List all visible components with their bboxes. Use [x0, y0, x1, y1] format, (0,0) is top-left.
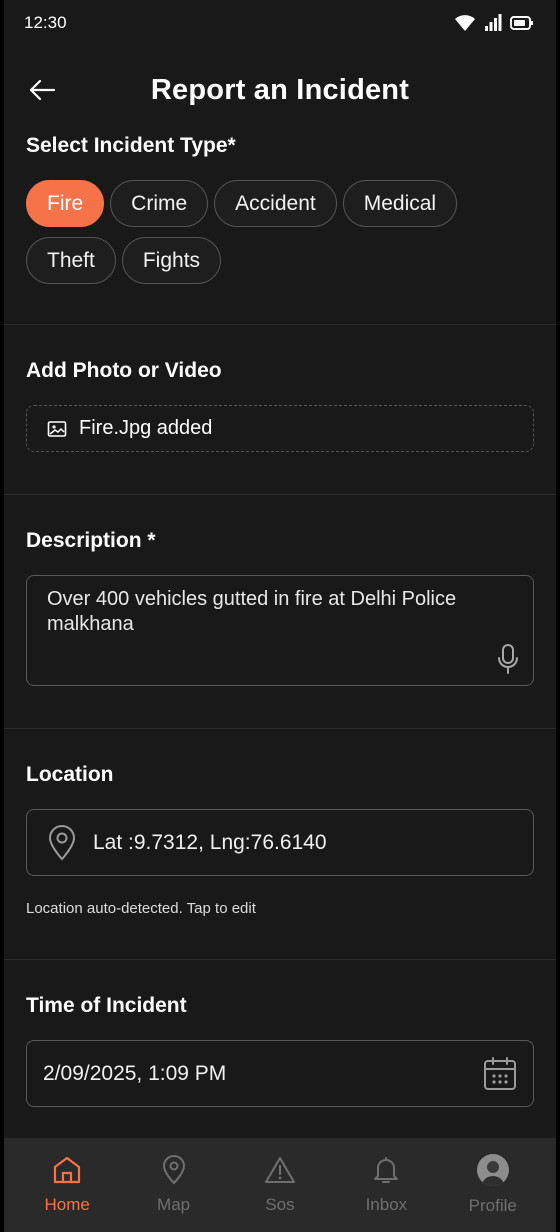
- description-section: Description * Over 400 vehicles gutted i…: [4, 495, 556, 728]
- chip-medical[interactable]: Medical: [342, 180, 458, 227]
- bell-icon: [374, 1157, 399, 1183]
- description-value: Over 400 vehicles gutted in fire at Delh…: [47, 588, 457, 635]
- incident-type-section: Select Incident Type* Fire Crime Acciden…: [4, 134, 556, 324]
- nav-label-inbox: Inbox: [365, 1195, 408, 1214]
- incident-type-title: Select Incident Type*: [26, 134, 236, 157]
- media-title: Add Photo or Video: [26, 359, 222, 382]
- location-title: Location: [26, 763, 114, 786]
- nav-label-profile: Profile: [468, 1196, 517, 1215]
- nav-item-profile[interactable]: Profile: [443, 1154, 543, 1216]
- location-section: Location Lat :9.7312, Lng:76.6140 Locati…: [4, 729, 556, 959]
- avatar: [476, 1154, 509, 1186]
- status-bar: 12:30: [4, 0, 556, 46]
- chip-crime[interactable]: Crime: [110, 180, 209, 227]
- nav-item-map[interactable]: Map: [124, 1155, 224, 1215]
- chip-accident[interactable]: Accident: [214, 180, 337, 227]
- nav-item-inbox[interactable]: Inbox: [336, 1155, 436, 1215]
- warning-icon: [264, 1157, 295, 1183]
- header: Report an Incident: [4, 46, 556, 134]
- description-title: Description *: [26, 529, 156, 552]
- location-hint[interactable]: Location auto-detected. Tap to edit: [26, 900, 534, 917]
- nav-item-sos[interactable]: Sos: [230, 1155, 330, 1215]
- media-upload-field[interactable]: Fire.Jpg added: [26, 405, 534, 452]
- home-icon: [54, 1156, 81, 1184]
- battery-icon: [510, 16, 533, 30]
- map-pin-icon: [162, 1155, 185, 1185]
- nav-label-home: Home: [44, 1195, 90, 1214]
- time-section: Time of Incident 2/09/2025, 1:09 PM: [4, 960, 556, 1107]
- bottom-nav: Home Map Sos Inbox Profile: [4, 1138, 556, 1232]
- report-incident-screen: 12:30 Report an Incident Select Incident…: [0, 0, 560, 1232]
- nav-label-sos: Sos: [265, 1195, 295, 1214]
- media-section: Add Photo or Video Fire.Jpg added: [4, 325, 556, 494]
- time-title: Time of Incident: [26, 994, 187, 1017]
- time-field[interactable]: 2/09/2025, 1:09 PM: [26, 1040, 534, 1107]
- nav-label-map: Map: [157, 1195, 191, 1214]
- arrow-left-icon: [29, 79, 56, 101]
- image-icon: [47, 420, 67, 437]
- status-icons: [454, 14, 534, 32]
- media-value: Fire.Jpg added: [79, 417, 213, 439]
- location-field[interactable]: Lat :9.7312, Lng:76.6140: [26, 809, 534, 876]
- location-value: Lat :9.7312, Lng:76.6140: [93, 830, 327, 854]
- page-title: Report an Incident: [150, 73, 410, 106]
- map-pin-icon: [48, 824, 76, 860]
- signal-icon: [485, 14, 502, 31]
- chip-fights[interactable]: Fights: [121, 237, 222, 284]
- wifi-icon: [455, 15, 475, 31]
- incident-type-chips: Fire Crime Accident Medical Theft Fights: [26, 180, 534, 284]
- nav-item-home[interactable]: Home: [17, 1155, 117, 1215]
- chip-fire[interactable]: Fire: [26, 180, 105, 227]
- time-value: 2/09/2025, 1:09 PM: [43, 1061, 227, 1085]
- microphone-icon[interactable]: [495, 643, 521, 675]
- back-button[interactable]: [24, 72, 60, 108]
- chip-theft[interactable]: Theft: [26, 237, 116, 284]
- status-time: 12:30: [24, 13, 67, 32]
- description-textarea[interactable]: Over 400 vehicles gutted in fire at Delh…: [26, 575, 534, 686]
- calendar-icon[interactable]: [483, 1056, 517, 1092]
